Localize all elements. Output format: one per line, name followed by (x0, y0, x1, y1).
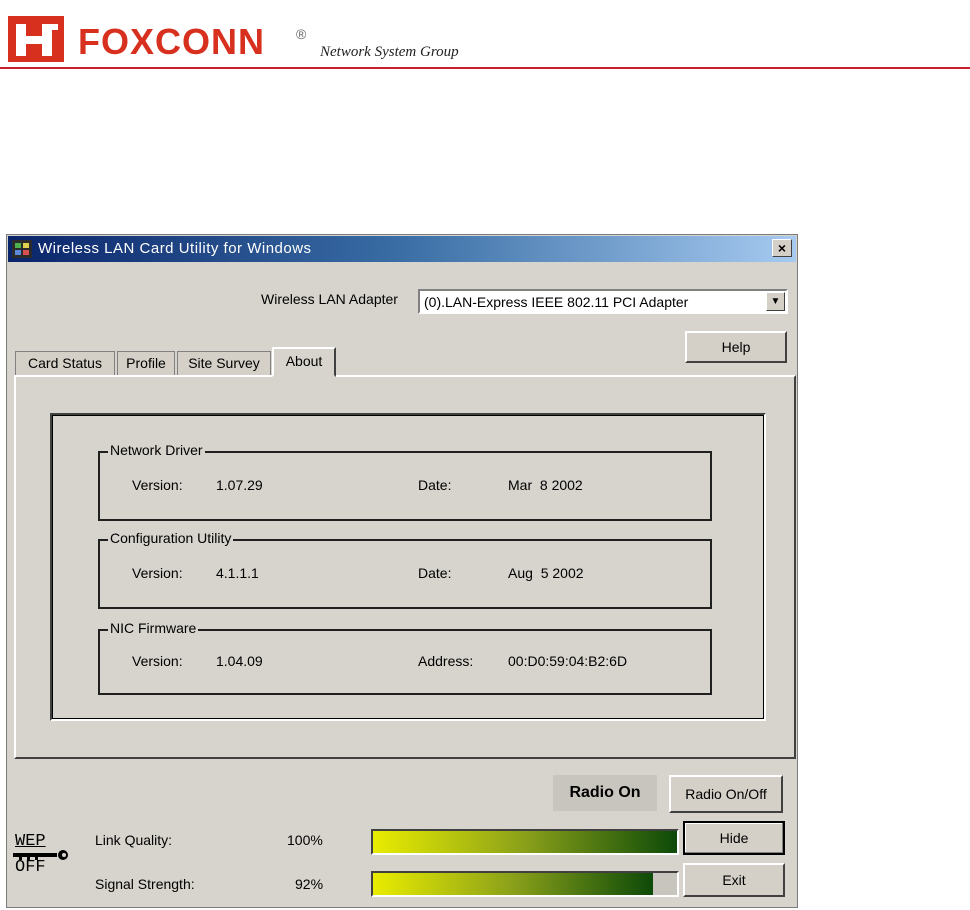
firmware-version-value: 1.04.09 (216, 653, 263, 669)
about-panel: Network Driver Version: 1.07.29 Date: Ma… (14, 375, 796, 759)
radio-status-indicator: Radio On (553, 775, 657, 811)
configuration-utility-group: Configuration Utility Version: 4.1.1.1 D… (98, 530, 712, 609)
link-quality-label: Link Quality: (95, 832, 173, 848)
network-driver-title: Network Driver (108, 442, 205, 458)
nic-firmware-title: NIC Firmware (108, 620, 199, 636)
signal-strength-bar (373, 873, 653, 895)
utility-version-label: Version: (132, 565, 183, 581)
driver-date-value: Mar 8 2002 (508, 477, 583, 493)
help-button[interactable]: Help (685, 331, 787, 363)
wep-status: WEP OFF (13, 832, 71, 878)
signal-strength-percent: 92% (295, 876, 324, 892)
driver-version-value: 1.07.29 (216, 477, 263, 493)
tab-site-survey[interactable]: Site Survey (177, 351, 271, 375)
network-app-icon (12, 240, 32, 258)
header-divider (0, 67, 970, 69)
adapter-label: Wireless LAN Adapter (261, 291, 398, 307)
brand-name: FOXCONN (78, 21, 265, 62)
network-driver-group: Network Driver Version: 1.07.29 Date: Ma… (98, 442, 712, 521)
utility-date-label: Date: (418, 565, 452, 581)
tab-card-status[interactable]: Card Status (15, 351, 115, 375)
utility-window: Wireless LAN Card Utility for Windows × … (6, 234, 798, 908)
driver-version-label: Version: (132, 477, 183, 493)
chevron-down-icon[interactable]: ▼ (766, 292, 785, 311)
driver-date-label: Date: (418, 477, 452, 493)
exit-button[interactable]: Exit (683, 863, 785, 897)
about-frame: Network Driver Version: 1.07.29 Date: Ma… (50, 413, 766, 721)
adapter-dropdown[interactable]: (0).LAN-Express IEEE 802.11 PCI Adapter … (418, 289, 788, 314)
registered-mark: ® (296, 26, 307, 42)
mac-address-label: Address: (418, 653, 474, 669)
adapter-selected-value: (0).LAN-Express IEEE 802.11 PCI Adapter (424, 294, 689, 310)
nic-firmware-group: NIC Firmware Version: 1.04.09 Address: 0… (98, 620, 712, 695)
wep-state: OFF (15, 858, 46, 877)
link-quality-meter (371, 829, 679, 855)
utility-version-value: 4.1.1.1 (216, 565, 259, 581)
radio-toggle-button[interactable]: Radio On/Off (669, 775, 783, 813)
signal-strength-meter (371, 871, 679, 897)
close-icon: × (777, 240, 787, 256)
tab-about[interactable]: About (272, 347, 336, 377)
utility-date-value: Aug 5 2002 (508, 565, 584, 581)
wep-label: WEP (15, 832, 46, 851)
brand-header: FOXCONN ® Network System Group (8, 10, 568, 62)
foxconn-logo-icon (8, 16, 64, 62)
signal-strength-label: Signal Strength: (95, 876, 195, 892)
window-title: Wireless LAN Card Utility for Windows (38, 240, 312, 257)
link-quality-percent: 100% (287, 832, 323, 848)
hide-button[interactable]: Hide (683, 821, 785, 855)
title-bar[interactable]: Wireless LAN Card Utility for Windows × (8, 236, 796, 262)
mac-address-value: 00:D0:59:04:B2:6D (508, 653, 628, 669)
config-utility-title: Configuration Utility (108, 530, 234, 546)
close-button[interactable]: × (772, 239, 792, 257)
link-quality-bar (373, 831, 677, 853)
firmware-version-label: Version: (132, 653, 183, 669)
tab-profile[interactable]: Profile (117, 351, 175, 375)
brand-subtitle: Network System Group (320, 44, 459, 60)
